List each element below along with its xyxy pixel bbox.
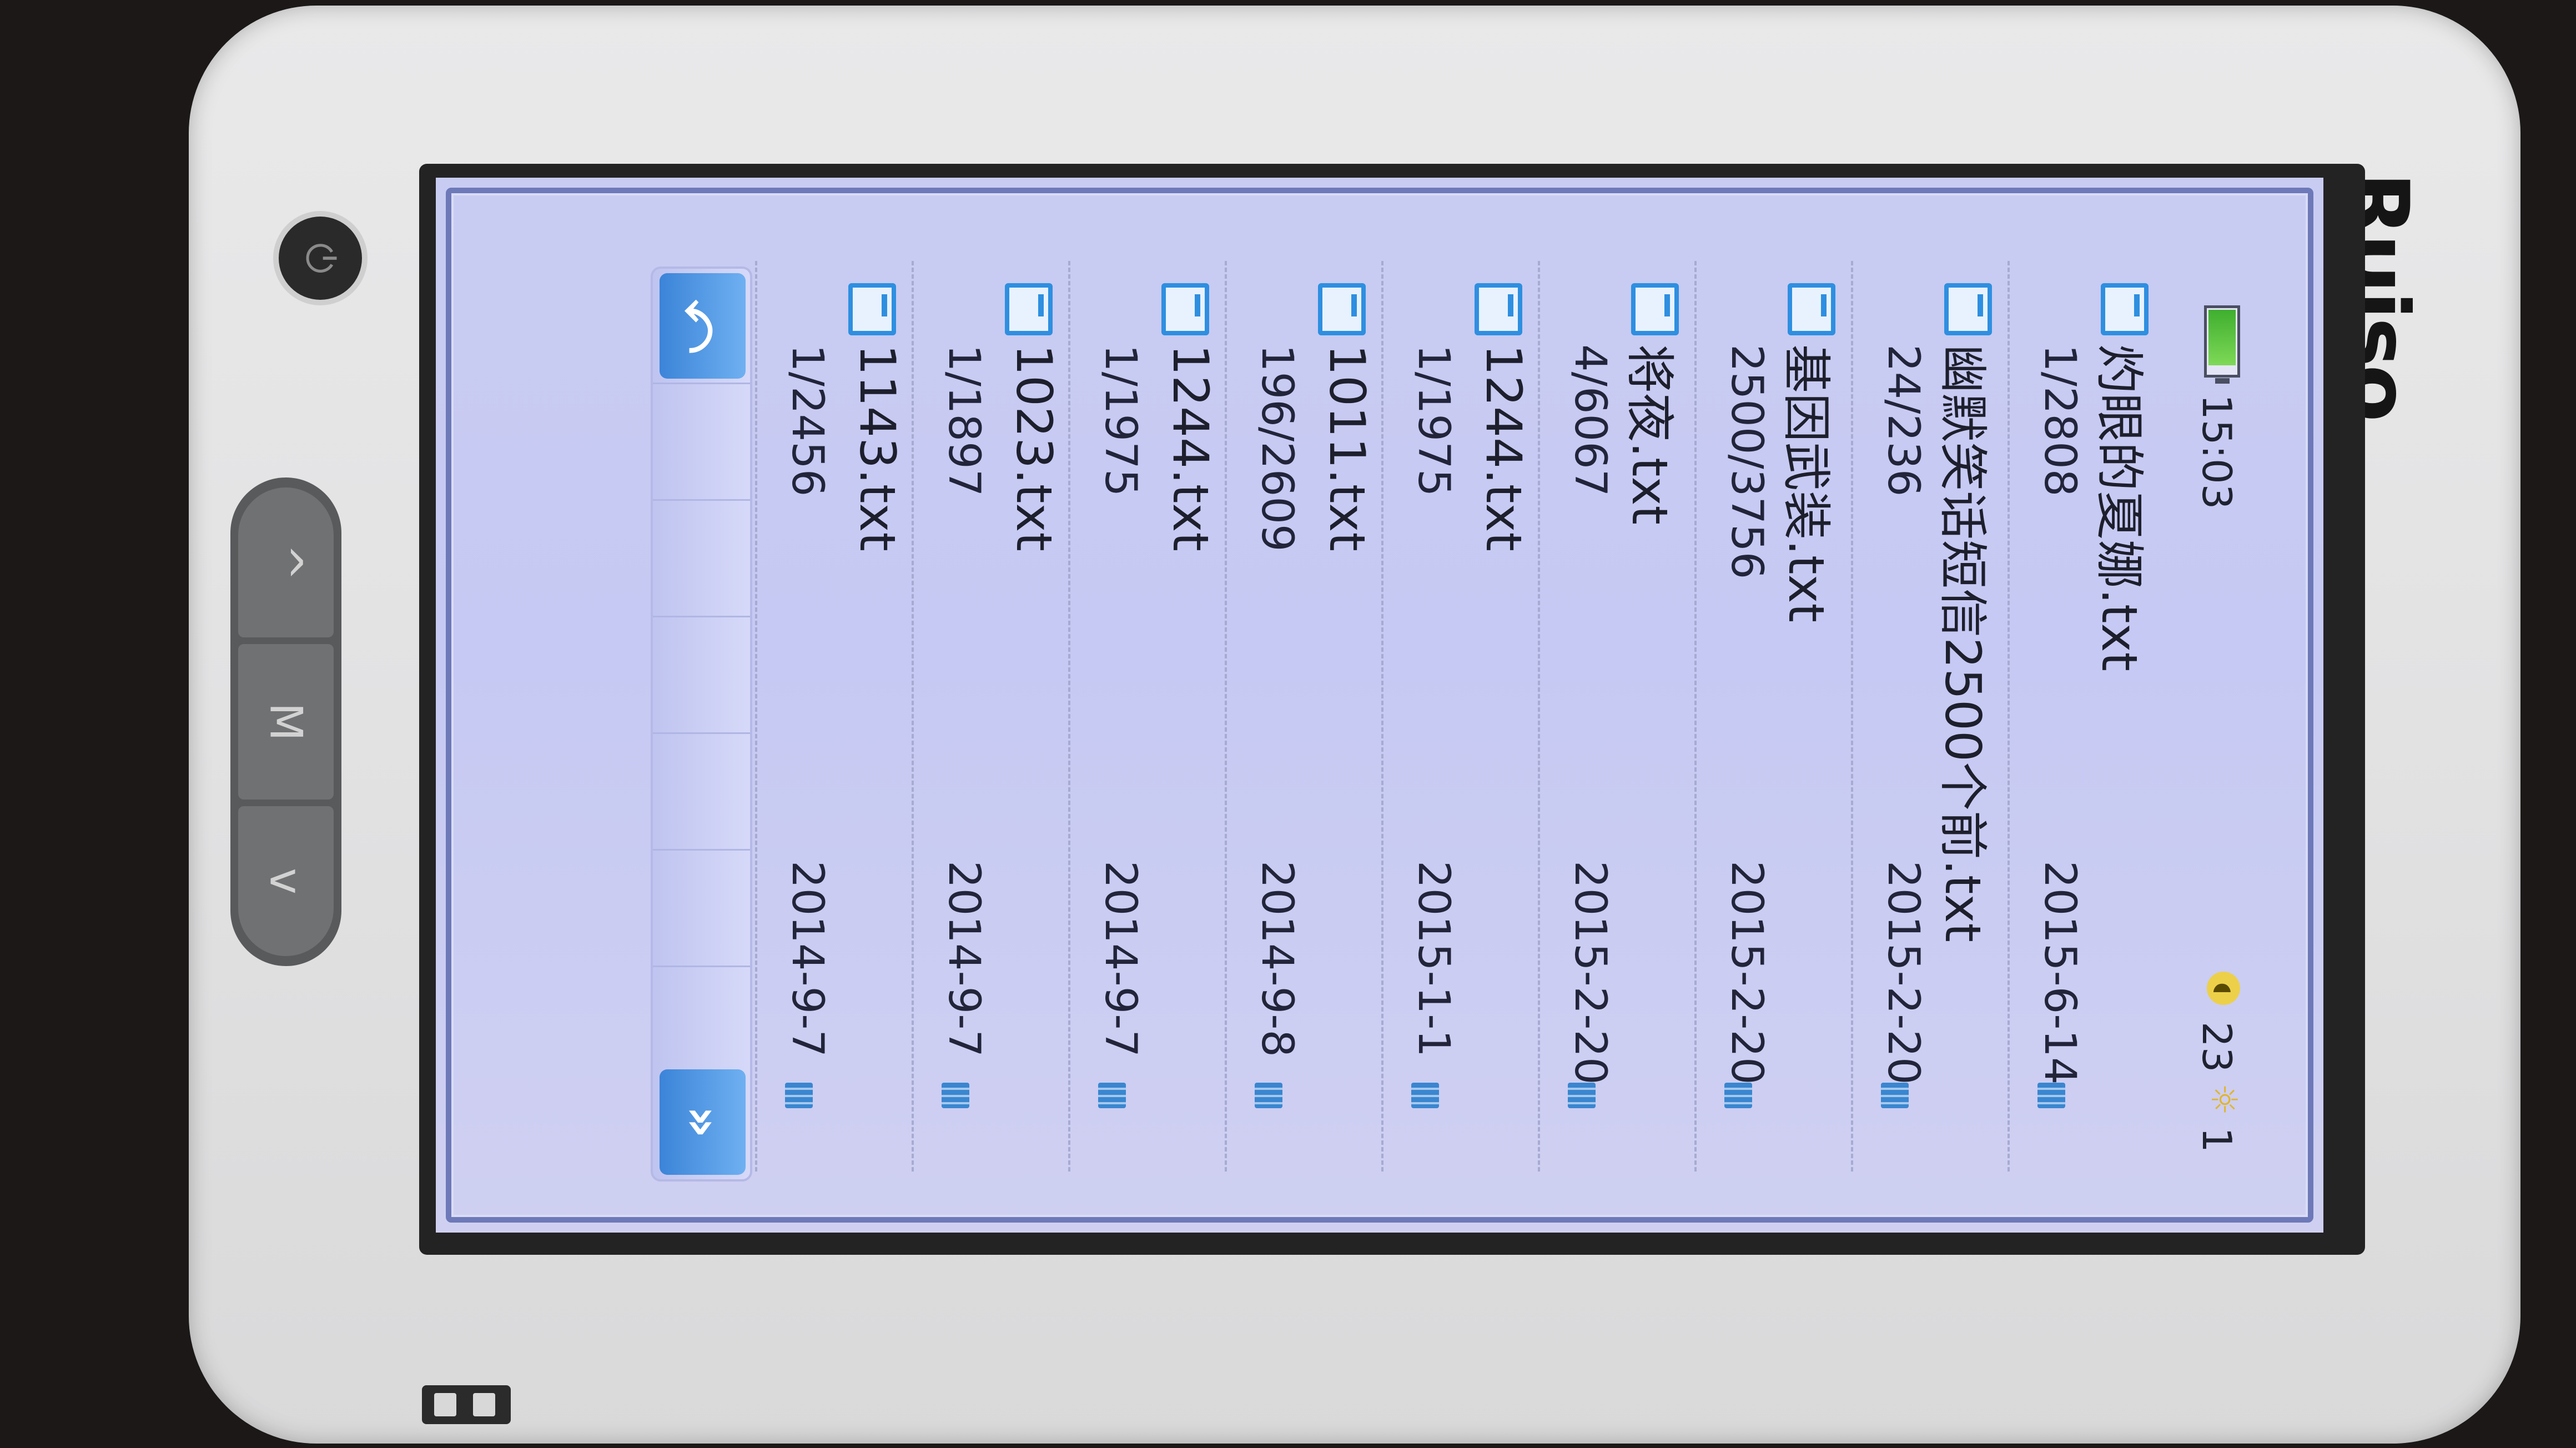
speaker-icon: ◖ [2207, 972, 2240, 1005]
delete-icon[interactable] [1098, 1083, 1126, 1108]
file-row[interactable]: 基因武装.txt 2500/3756 2015-2-20 [1694, 261, 1858, 1172]
status-bar: 15:03 ◖ 23 ☼ 1 [2174, 211, 2307, 1199]
delete-icon[interactable] [1568, 1083, 1596, 1108]
reading-progress: 1/1897 [939, 344, 989, 497]
delete-icon[interactable] [785, 1083, 813, 1108]
delete-icon[interactable] [1411, 1083, 1439, 1108]
book-file-icon [1318, 283, 1366, 335]
book-file-icon [1475, 283, 1522, 335]
brightness-level: 1 [2193, 1127, 2240, 1153]
book-file-icon [1005, 283, 1053, 335]
reading-progress: 1/1975 [1408, 344, 1458, 497]
file-name: 基因武装.txt [1778, 344, 1835, 623]
delete-icon[interactable] [1255, 1083, 1282, 1108]
battery-icon [2204, 305, 2240, 378]
clock: 15:03 [2193, 394, 2240, 510]
file-name: 1011.txt [1319, 344, 1376, 552]
file-name: 1244.txt [1162, 344, 1219, 552]
file-name: 1244.txt [1475, 344, 1532, 552]
reading-progress: 4/6067 [1565, 344, 1615, 497]
book-file-icon [1944, 283, 1992, 335]
reading-progress: 1/1975 [1095, 344, 1145, 497]
reading-progress: 196/2609 [1252, 344, 1302, 552]
file-list: 灼眼的夏娜.txt 1/2808 2015-6-14 幽默笑话短信2500个前.txt… [755, 261, 2171, 1172]
reading-progress: 1/2808 [2035, 344, 2085, 497]
file-date: 2014-9-7 [1095, 861, 1145, 1058]
file-date: 2015-2-20 [1722, 861, 1772, 1085]
menu-button[interactable]: M [238, 644, 334, 800]
book-file-icon [1788, 283, 1835, 335]
delete-icon[interactable] [1881, 1083, 1909, 1108]
file-row[interactable]: 1011.txt 196/2609 2014-9-8 [1225, 261, 1388, 1172]
screen: 15:03 ◖ 23 ☼ 1 灼眼的夏娜.txt 1/2808 2015-6-14 幽… [436, 178, 2323, 1233]
file-name: 1023.txt [1005, 344, 1063, 552]
power-icon: ⏻ [298, 243, 343, 274]
navigation-rocker: ^ M v [230, 477, 341, 966]
file-name: 灼眼的夏娜.txt [2091, 344, 2148, 672]
file-date: 2014-9-7 [782, 861, 832, 1058]
file-date: 2015-1-1 [1408, 861, 1458, 1058]
file-row[interactable]: 1244.txt 1/1975 2014-9-7 [1068, 261, 1231, 1172]
reading-progress: 24/236 [1878, 344, 1928, 497]
file-browser: 15:03 ◖ 23 ☼ 1 灼眼的夏娜.txt 1/2808 2015-6-14 幽… [436, 178, 2323, 1233]
file-name: 幽默笑话短信2500个前.txt [1934, 344, 1991, 943]
reading-progress: 1/2456 [782, 344, 832, 497]
delete-icon[interactable] [942, 1083, 969, 1108]
book-file-icon [848, 283, 896, 335]
delete-icon[interactable] [2037, 1083, 2065, 1108]
file-name: 将夜.txt [1621, 344, 1678, 525]
delete-icon[interactable] [1724, 1083, 1752, 1108]
volume-level: 23 [2193, 1022, 2240, 1073]
bottom-toolbar: ⤺ » [651, 267, 752, 1181]
file-date: 2015-6-14 [2035, 861, 2085, 1085]
file-date: 2015-2-20 [1878, 861, 1928, 1085]
file-date: 2015-2-20 [1565, 861, 1615, 1085]
sun-icon: ☼ [2203, 1083, 2244, 1115]
power-button[interactable]: ⏻ [279, 217, 362, 300]
file-row[interactable]: 1244.txt 1/1975 2015-1-1 [1381, 261, 1544, 1172]
book-file-icon [1631, 283, 1679, 335]
file-date: 2014-9-8 [1252, 861, 1302, 1058]
page-up-button[interactable]: ^ [238, 487, 334, 637]
file-row[interactable]: 幽默笑话短信2500个前.txt 24/236 2015-2-20 [1851, 261, 2014, 1172]
page-down-button[interactable]: v [238, 806, 334, 956]
back-arrow-icon[interactable]: ⤺ [660, 273, 746, 379]
book-file-icon [2101, 283, 2149, 335]
file-row[interactable]: 1143.txt 1/2456 2014-9-7 [755, 261, 918, 1172]
forward-chevrons-icon[interactable]: » [660, 1069, 746, 1175]
reading-progress: 2500/3756 [1722, 344, 1772, 580]
file-name: 1143.txt [849, 344, 906, 552]
file-row[interactable]: 1023.txt 1/1897 2014-9-7 [912, 261, 1075, 1172]
file-row[interactable]: 将夜.txt 4/6067 2015-2-20 [1538, 261, 1701, 1172]
file-date: 2014-9-7 [939, 861, 989, 1058]
file-row[interactable]: 灼眼的夏娜.txt 1/2808 2015-6-14 [2008, 261, 2171, 1172]
card-slot [422, 1385, 511, 1424]
book-file-icon [1161, 283, 1209, 335]
